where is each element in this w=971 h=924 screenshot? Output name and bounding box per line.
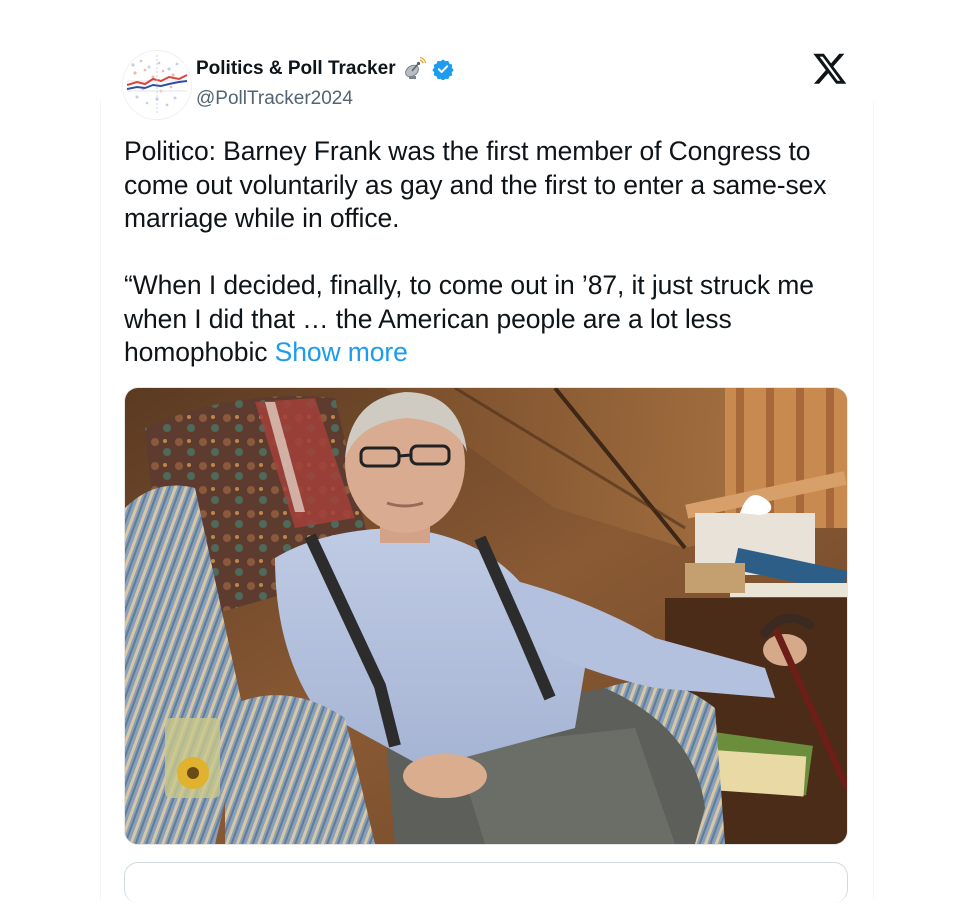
x-logo-icon[interactable] bbox=[812, 50, 848, 86]
author-display-name[interactable]: Politics & Poll Tracker bbox=[196, 57, 454, 81]
verified-badge-icon[interactable] bbox=[431, 58, 454, 80]
tweet-text: Politico: Barney Frank was the first mem… bbox=[124, 135, 844, 370]
tweet-paragraph-1: Politico: Barney Frank was the first mem… bbox=[124, 136, 827, 233]
poll-chart-avatar-icon bbox=[123, 51, 191, 119]
satellite-antenna-icon bbox=[404, 57, 426, 79]
show-more-link[interactable]: Show more bbox=[275, 337, 408, 367]
author-handle[interactable]: @PollTracker2024 bbox=[196, 88, 353, 110]
tweet-paragraph-2: “When I decided, finally, to come out in… bbox=[124, 269, 844, 370]
tweet-paragraph-2-text: “When I decided, finally, to come out in… bbox=[124, 270, 814, 367]
quoted-content-box[interactable] bbox=[124, 862, 848, 903]
tweet-photo[interactable] bbox=[124, 387, 848, 845]
author-avatar[interactable] bbox=[122, 50, 192, 120]
author-name-text: Politics & Poll Tracker bbox=[196, 58, 396, 79]
photo-illustration bbox=[125, 388, 847, 844]
